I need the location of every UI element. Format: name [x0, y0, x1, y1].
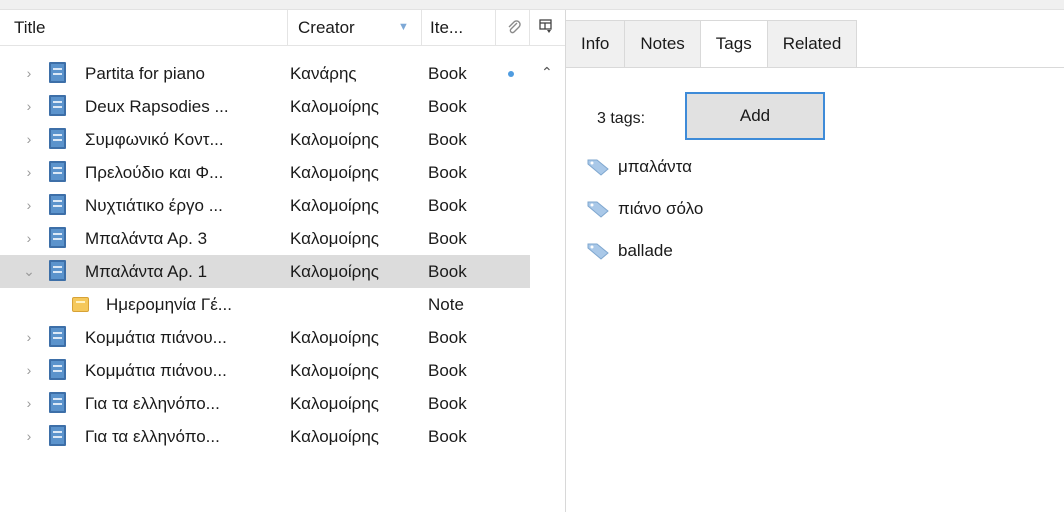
tag-count-label: 3 tags: [597, 110, 646, 127]
book-icon [49, 161, 66, 182]
book-icon [49, 260, 66, 281]
chevron-right-icon[interactable]: › [22, 189, 36, 222]
item-creator: Καλομοίρης [290, 163, 380, 182]
table-row[interactable]: › Κομμάτια πιάνου... Καλομοίρης Book [0, 321, 530, 354]
chevron-right-icon[interactable]: › [22, 321, 36, 354]
column-item-type[interactable]: Ite... [422, 10, 496, 45]
item-creator: Καλομοίρης [290, 130, 380, 149]
book-icon [49, 194, 66, 215]
paperclip-icon [508, 20, 521, 34]
tab-notes[interactable]: Notes [625, 20, 701, 68]
book-icon [49, 62, 66, 83]
chevron-right-icon[interactable]: › [22, 420, 36, 453]
item-title: Partita for piano [85, 64, 206, 83]
book-icon [49, 326, 66, 347]
book-icon [49, 227, 66, 248]
window-top-border [0, 0, 1064, 10]
tag-label: πιάνο σόλο [618, 199, 704, 218]
item-type: Note [428, 295, 464, 314]
tab-related[interactable]: Related [767, 20, 858, 68]
item-title: Για τα ελληνόπο... [85, 427, 220, 446]
item-type: Book [428, 361, 467, 380]
scroll-up-arrow-icon[interactable]: ⌃ [541, 64, 553, 81]
book-icon [49, 359, 66, 380]
item-type: Book [428, 394, 467, 413]
chevron-down-icon[interactable]: ⌄ [22, 255, 36, 288]
chevron-right-icon[interactable]: › [22, 57, 36, 90]
table-row[interactable]: › Για τα ελληνόπο... Καλομοίρης Book [0, 387, 530, 420]
item-title: Μπαλάντα Αρ. 3 [85, 229, 208, 248]
item-title: Συμφωνικό Κοντ... [85, 130, 224, 149]
items-column-header: Title Creator ▼ Ite... [0, 10, 565, 46]
chevron-right-icon[interactable]: › [22, 387, 36, 420]
column-title[interactable]: Title [0, 10, 288, 45]
items-tree[interactable]: › Partita for piano Κανάρης Book › Deux Rapso… [0, 57, 530, 453]
item-title: Κομμάτια πιάνου... [85, 328, 227, 347]
column-picker-icon [539, 19, 552, 33]
table-row[interactable]: › Partita for piano Κανάρης Book [0, 57, 530, 90]
table-row[interactable]: ⌄ Μπαλάντα Αρ. 1 Καλομοίρης Book [0, 255, 530, 288]
item-creator: Καλομοίρης [290, 97, 380, 116]
item-creator: Καλομοίρης [290, 196, 380, 215]
table-row[interactable]: › Μπαλάντα Αρ. 3 Καλομοίρης Book [0, 222, 530, 255]
book-icon [49, 392, 66, 413]
item-title: Νυχτιάτικο έργο ... [85, 196, 223, 215]
tag-icon [587, 201, 609, 218]
book-icon [49, 128, 66, 149]
tag-icon [587, 243, 609, 260]
table-row[interactable]: › Για τα ελληνόπο... Καλομοίρης Book [0, 420, 530, 453]
attachment-status-dot [508, 71, 514, 77]
tag-icon [587, 159, 609, 176]
item-type: Book [428, 427, 467, 446]
note-icon [72, 297, 89, 312]
book-icon [49, 95, 66, 116]
tab-info[interactable]: Info [566, 20, 626, 68]
table-row[interactable]: › Πρελούδιο και Φ... Καλομοίρης Book [0, 156, 530, 189]
book-icon [49, 425, 66, 446]
item-title: Κομμάτια πιάνου... [85, 361, 227, 380]
tag-label: μπαλάντα [618, 157, 692, 176]
column-creator-label: Creator [298, 18, 355, 37]
item-creator: Καλομοίρης [290, 262, 380, 281]
item-type: Book [428, 97, 467, 116]
tab-tags[interactable]: Tags [700, 20, 768, 68]
item-type: Book [428, 328, 467, 347]
item-title: Μπαλάντα Αρ. 1 [85, 262, 208, 281]
chevron-right-icon[interactable]: › [22, 123, 36, 156]
chevron-right-icon[interactable]: › [22, 222, 36, 255]
item-creator: Καλομοίρης [290, 229, 380, 248]
item-pane-tabs: Info Notes Tags Related [566, 20, 858, 70]
tabs-underline [566, 67, 1064, 68]
item-type: Book [428, 229, 467, 248]
item-creator: Καλομοίρης [290, 427, 380, 446]
table-row[interactable]: › Deux Rapsodies ... Καλομοίρης Book [0, 90, 530, 123]
chevron-right-icon[interactable]: › [22, 156, 36, 189]
tag-label: ballade [618, 241, 673, 260]
chevron-right-icon[interactable]: › [22, 90, 36, 123]
item-title: Deux Rapsodies ... [85, 97, 229, 116]
item-creator: Καλομοίρης [290, 328, 380, 347]
item-title: Πρελούδιο και Φ... [85, 163, 224, 182]
item-creator: Κανάρης [290, 64, 357, 83]
table-row[interactable]: › Συμφωνικό Κοντ... Καλομοίρης Book [0, 123, 530, 156]
item-pane: Info Notes Tags Related 3 tags: Add μπαλάντ… [566, 10, 1064, 512]
column-picker[interactable] [530, 10, 565, 45]
column-creator[interactable]: Creator ▼ [288, 10, 422, 45]
add-tag-button[interactable]: Add [685, 92, 825, 140]
child-note-row[interactable]: Ημερομηνία Γέ... Note [0, 288, 530, 321]
item-creator: Καλομοίρης [290, 394, 380, 413]
item-type: Book [428, 196, 467, 215]
chevron-right-icon[interactable]: › [22, 354, 36, 387]
item-creator: Καλομοίρης [290, 361, 380, 380]
table-row[interactable]: › Κομμάτια πιάνου... Καλομοίρης Book [0, 354, 530, 387]
table-row[interactable]: › Νυχτιάτικο έργο ... Καλομοίρης Book [0, 189, 530, 222]
item-title: Για τα ελληνόπο... [85, 394, 220, 413]
item-type: Book [428, 262, 467, 281]
item-type: Book [428, 163, 467, 182]
item-type: Book [428, 64, 467, 83]
item-title: Ημερομηνία Γέ... [106, 295, 232, 314]
column-attachments[interactable] [496, 10, 530, 45]
item-type: Book [428, 130, 467, 149]
sort-descending-icon: ▼ [398, 21, 409, 33]
